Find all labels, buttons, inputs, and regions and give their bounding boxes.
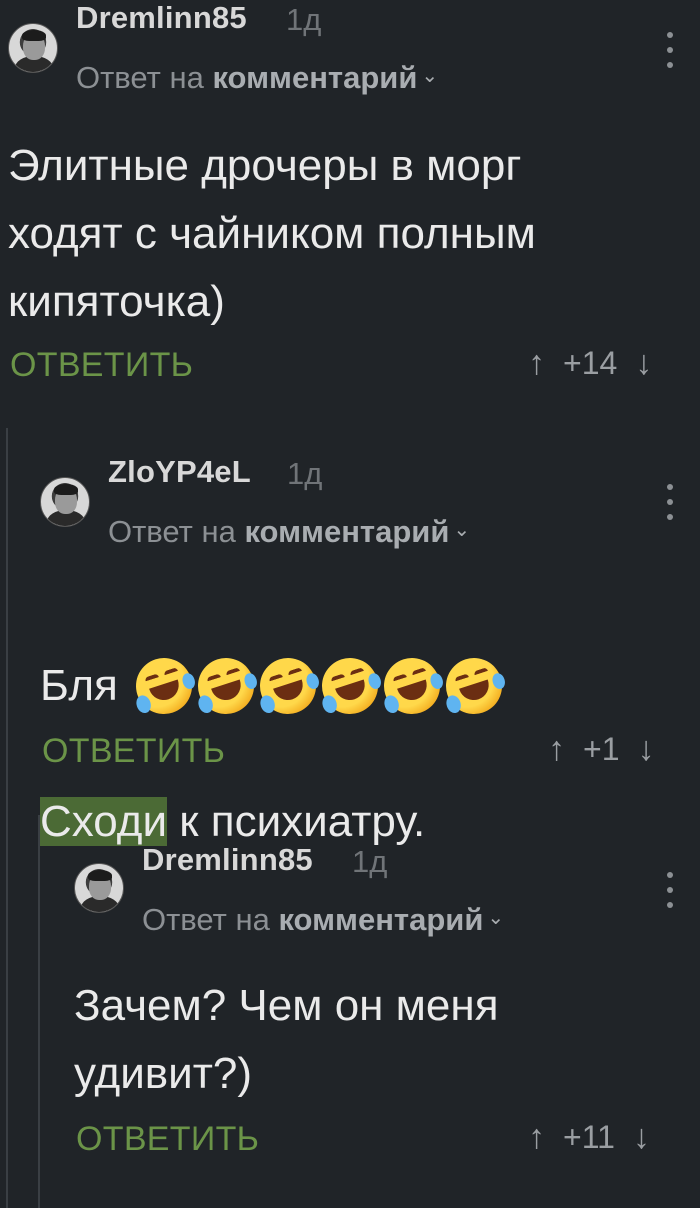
vote-controls: ↑ +1 ↓ <box>548 730 654 769</box>
comment-author[interactable]: Dremlinn85 <box>142 842 313 878</box>
rolling-on-floor-laughing-emoji <box>128 650 200 722</box>
avatar[interactable] <box>40 477 90 527</box>
arrow-up-icon[interactable]: ↑ <box>528 1118 545 1157</box>
comment-time: 1д <box>287 456 323 491</box>
reply-to-target[interactable]: комментарий <box>212 60 417 95</box>
comment-text: Зачем? Чем он меня удивит?) <box>74 981 499 1098</box>
arrow-up-icon[interactable]: ↑ <box>548 730 565 769</box>
comment-rating: +1 <box>583 731 620 767</box>
reply-to-prefix: Ответ на <box>108 514 236 549</box>
comment-author[interactable]: Dremlinn85 <box>76 0 247 36</box>
comment-3: Dremlinn85 1д Ответ на комментарий ⌄ Заче… <box>0 838 700 1208</box>
comment-1: Dremlinn85 1д Ответ на комментарий ⌄ Элит… <box>0 0 700 400</box>
avatar[interactable] <box>74 863 124 913</box>
arrow-down-icon[interactable]: ↓ <box>633 1118 650 1157</box>
more-vertical-icon[interactable] <box>665 484 675 520</box>
reply-button[interactable]: ОТВЕТИТЬ <box>76 1120 259 1159</box>
arrow-down-icon[interactable]: ↓ <box>637 730 654 769</box>
reply-to-link[interactable]: Ответ на комментарий ⌄ <box>142 902 504 938</box>
vote-controls: ↑ +11 ↓ <box>528 1118 650 1157</box>
rolling-on-floor-laughing-emoji <box>376 650 448 722</box>
rolling-on-floor-laughing-emoji <box>190 650 262 722</box>
comment-time: 1д <box>286 2 322 37</box>
avatar[interactable] <box>8 23 58 73</box>
reply-to-link[interactable]: Ответ на комментарий ⌄ <box>108 514 470 550</box>
comment-time: 1д <box>352 844 388 879</box>
reply-button[interactable]: ОТВЕТИТЬ <box>10 346 193 385</box>
comments-thread: Dremlinn85 1д Ответ на комментарий ⌄ Элит… <box>0 0 700 1208</box>
comment-rating: +11 <box>563 1119 615 1155</box>
chevron-down-icon: ⌄ <box>421 65 439 87</box>
reply-button[interactable]: ОТВЕТИТЬ <box>42 732 225 771</box>
vote-controls: ↑ +14 ↓ <box>528 344 652 383</box>
emoji-row <box>128 650 510 722</box>
comment-2: ZloYP4eL 1д Ответ на комментарий ⌄ Бля Сх… <box>0 450 700 846</box>
reply-to-link[interactable]: Ответ на комментарий ⌄ <box>76 60 438 96</box>
comment-text-line: Бля <box>40 661 118 710</box>
rolling-on-floor-laughing-emoji <box>252 650 324 722</box>
rolling-on-floor-laughing-emoji <box>314 650 386 722</box>
comment-author[interactable]: ZloYP4eL <box>108 454 251 490</box>
more-vertical-icon[interactable] <box>665 872 675 908</box>
comment-text: Элитные дрочеры в морг ходят с чайником … <box>8 141 536 326</box>
chevron-down-icon: ⌄ <box>453 519 471 541</box>
chevron-down-icon: ⌄ <box>487 907 505 929</box>
reply-to-prefix: Ответ на <box>76 60 204 95</box>
reply-to-target[interactable]: комментарий <box>244 514 449 549</box>
reply-to-prefix: Ответ на <box>142 902 270 937</box>
rolling-on-floor-laughing-emoji <box>438 650 510 722</box>
more-vertical-icon[interactable] <box>665 32 675 68</box>
arrow-down-icon[interactable]: ↓ <box>635 344 652 383</box>
reply-to-target[interactable]: комментарий <box>278 902 483 937</box>
comment-rating: +14 <box>563 345 618 381</box>
arrow-up-icon[interactable]: ↑ <box>528 344 545 383</box>
